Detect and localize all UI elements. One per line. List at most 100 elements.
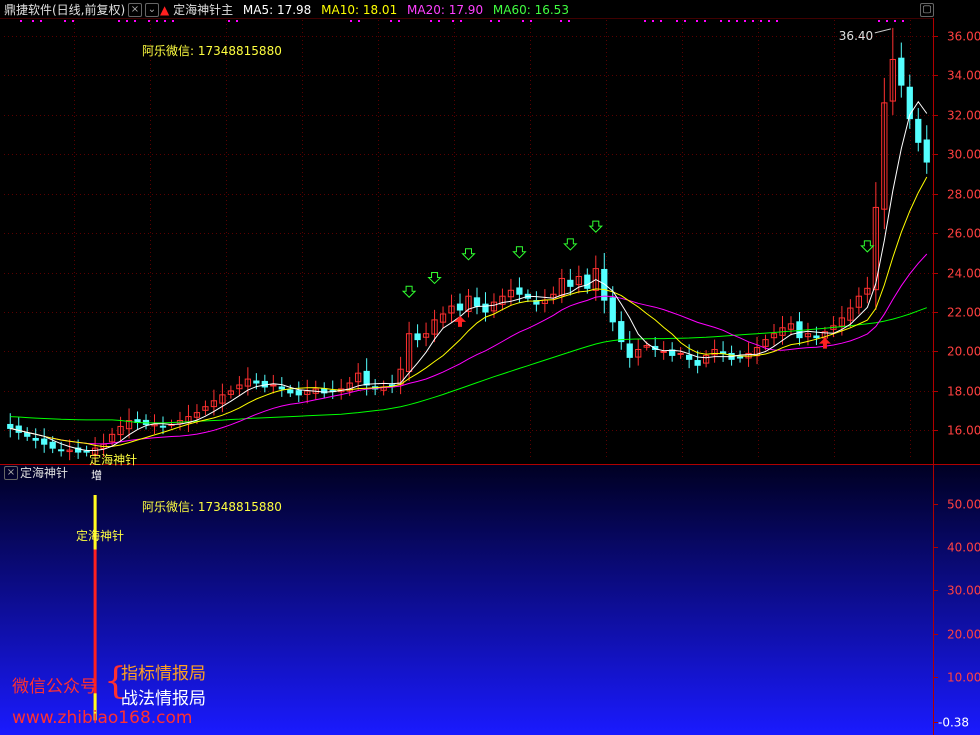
signal-dot xyxy=(776,20,778,22)
candle-body xyxy=(261,380,268,388)
green-arrow-icon xyxy=(401,285,417,298)
sub-tick-label: 30.00 xyxy=(947,584,980,598)
price-tick-label: 36.00 xyxy=(947,30,980,44)
candle-body xyxy=(686,354,693,360)
signal-dot xyxy=(660,20,662,22)
candle-body xyxy=(473,297,481,307)
signal-dot xyxy=(886,20,888,22)
ma20-line xyxy=(10,253,928,445)
green-arrow-icon xyxy=(512,246,527,259)
subpanel-title: 定海神针 xyxy=(20,466,69,480)
green-arrow-icon xyxy=(461,248,476,261)
chevron-down-icon[interactable]: ⌄ xyxy=(145,3,159,17)
signal-dot xyxy=(32,20,34,22)
price-tick-label: 24.00 xyxy=(947,267,980,281)
candle-body xyxy=(363,370,370,386)
price-tick-label: 30.00 xyxy=(947,148,980,162)
candle-body xyxy=(49,441,56,449)
ma60-line xyxy=(10,307,927,424)
green-arrow-icon xyxy=(588,220,604,233)
signal-dot xyxy=(652,20,654,22)
signal-dot xyxy=(736,20,738,22)
signal-dot xyxy=(172,20,174,22)
signal-dot xyxy=(438,20,440,22)
signal-dot xyxy=(64,20,66,22)
signal-dot xyxy=(752,20,754,22)
price-tick-label: 34.00 xyxy=(947,69,980,83)
green-arrow-icon xyxy=(427,271,442,285)
ma5-value: MA5: 17.98 xyxy=(242,3,312,17)
candle-body xyxy=(694,360,701,366)
app-title: 鼎捷软件(日线,前复权) xyxy=(4,3,126,17)
signal-dot xyxy=(452,20,454,22)
signal-dot xyxy=(878,20,880,22)
signal-dot xyxy=(126,20,128,22)
signal-dot xyxy=(902,20,904,22)
price-tick-label: 28.00 xyxy=(947,188,980,202)
candle-body xyxy=(482,303,489,313)
close-indicator-icon[interactable]: × xyxy=(128,3,142,17)
candle-body xyxy=(24,432,31,437)
signal-dot xyxy=(460,20,462,22)
candle-body xyxy=(516,287,523,295)
signal-dot xyxy=(644,20,646,22)
watermark-url: www.zhibiao168.com xyxy=(12,708,193,728)
candle-body xyxy=(796,321,803,339)
candle-body xyxy=(295,390,302,396)
signal-dot xyxy=(40,20,42,22)
green-arrow-icon xyxy=(563,238,578,251)
signal-dot xyxy=(236,20,238,22)
candle-body xyxy=(813,335,820,339)
signal-dot xyxy=(530,20,532,22)
signal-dot xyxy=(768,20,770,22)
signal-dot xyxy=(164,20,166,22)
signal-dot xyxy=(390,20,392,22)
watermark-wechat: 微信公众号 xyxy=(12,677,97,697)
candle-body xyxy=(32,437,39,441)
high-label-leader xyxy=(874,28,891,34)
sub-tick-label: 10.00 xyxy=(947,671,980,685)
maximize-icon[interactable]: ▢ xyxy=(920,3,934,17)
arrow-up-icon: ▲ xyxy=(160,3,170,17)
candle-body xyxy=(923,139,930,163)
candle-body xyxy=(287,389,294,394)
candle-body xyxy=(58,449,65,452)
candle-body xyxy=(609,297,616,323)
main-signal-marker: 增 xyxy=(91,468,102,482)
candle-body xyxy=(83,450,90,453)
ma60-value: MA60: 16.53 xyxy=(492,3,569,17)
price-tick-label: 18.00 xyxy=(947,385,980,399)
close-subpanel-icon[interactable]: × xyxy=(4,466,18,480)
candle-body xyxy=(278,386,285,390)
indicator-name: 定海神针主 xyxy=(173,3,234,17)
main-signal-text: 定海神针 xyxy=(89,452,137,467)
candle-body xyxy=(41,438,48,445)
price-tick-label: 20.00 xyxy=(947,345,980,359)
candle-body xyxy=(456,303,464,311)
candle-body xyxy=(15,425,22,433)
candle-body xyxy=(159,425,167,428)
candle-body xyxy=(626,343,633,358)
signal-dot xyxy=(358,20,360,22)
high-price-label: 36.40 xyxy=(839,29,873,43)
watermark-line1: 指标情报局 xyxy=(121,664,206,684)
sub-tick-label: 40.00 xyxy=(947,541,980,555)
signal-dot xyxy=(522,20,524,22)
signal-dot xyxy=(684,20,686,22)
stock-chart: 16.00 18.00 20.00 22.00 24.00 26.00 28.00 30.00… xyxy=(0,18,980,735)
signal-dot xyxy=(350,20,352,22)
signal-dot xyxy=(490,20,492,22)
candle-body xyxy=(7,423,14,429)
candle-body xyxy=(719,351,727,354)
candle-body xyxy=(618,321,625,343)
ma10-value: MA10: 18.01 xyxy=(321,3,398,17)
main-contact-text: 阿乐微信: 17348815880 xyxy=(142,44,282,58)
green-arrow-icon xyxy=(860,240,875,253)
price-tick-label: 26.00 xyxy=(947,227,980,241)
signal-dot xyxy=(72,20,74,22)
signal-dot xyxy=(894,20,896,22)
signal-dot xyxy=(398,20,400,22)
sub-tick-label: 20.00 xyxy=(947,628,980,642)
signal-dot xyxy=(704,20,706,22)
candle-body xyxy=(414,333,421,341)
